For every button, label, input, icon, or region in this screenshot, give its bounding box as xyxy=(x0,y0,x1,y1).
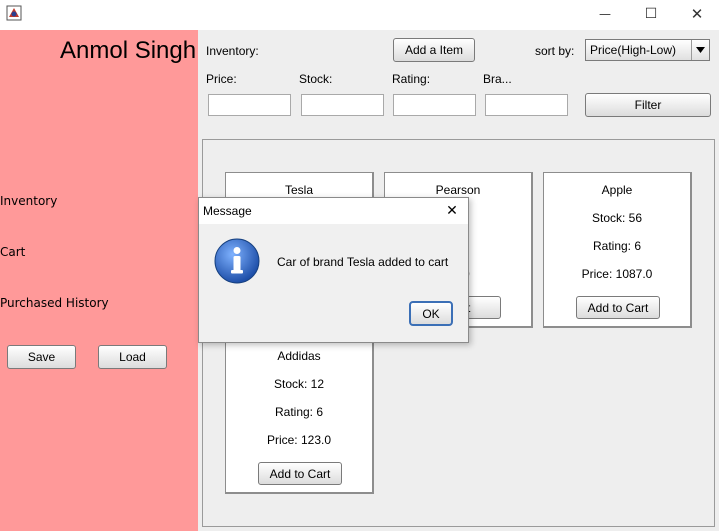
close-window-button[interactable]: ✕ xyxy=(674,0,719,28)
price-filter-label: Price: xyxy=(206,72,237,86)
close-icon: ✕ xyxy=(690,5,704,23)
card-brand: Tesla xyxy=(284,183,313,197)
maximize-icon: ☐ xyxy=(644,6,658,22)
card-rating: Rating: 6 xyxy=(592,239,642,253)
sidebar xyxy=(0,30,198,531)
sort-select[interactable]: Price(High-Low) xyxy=(585,39,710,61)
card-stock: Stock: 56 xyxy=(591,211,643,225)
sort-label: sort by: xyxy=(535,44,575,58)
filter-button[interactable]: Filter xyxy=(585,93,711,117)
card-brand: Pearson xyxy=(435,183,481,197)
message-dialog: Message ✕ Car of brand Tesla added to ca… xyxy=(198,197,469,343)
dialog-titlebar: Message ✕ xyxy=(199,198,468,225)
inventory-label: Inventory: xyxy=(206,44,259,58)
card-price: Price: 123.0 xyxy=(266,433,332,447)
card-rating: Rating: 6 xyxy=(274,405,324,419)
brand-filter-label: Bra... xyxy=(483,72,512,86)
minimize-button[interactable]: — xyxy=(582,0,628,28)
dialog-title: Message xyxy=(203,204,252,218)
sidebar-item-purchased-history[interactable]: Purchased History xyxy=(0,296,109,310)
card-brand: Addidas xyxy=(277,349,321,363)
dialog-close-button[interactable]: ✕ xyxy=(439,200,465,222)
info-icon xyxy=(214,238,260,284)
sort-select-value: Price(High-Low) xyxy=(590,43,677,57)
window-titlebar: — ☐ ✕ xyxy=(0,0,719,30)
add-item-button[interactable]: Add a Item xyxy=(393,38,475,62)
card-brand: Apple xyxy=(601,183,633,197)
add-to-cart-button[interactable]: Add to Cart xyxy=(576,296,660,319)
card-price: Price: 1087.0 xyxy=(581,267,653,281)
price-filter-input[interactable] xyxy=(208,94,291,116)
chevron-down-icon[interactable] xyxy=(691,40,709,60)
minimize-icon: — xyxy=(599,7,611,21)
brand-filter-input[interactable] xyxy=(485,94,568,116)
rating-filter-label: Rating: xyxy=(392,72,431,86)
save-button[interactable]: Save xyxy=(7,345,76,369)
load-button[interactable]: Load xyxy=(98,345,167,369)
stock-filter-input[interactable] xyxy=(301,94,384,116)
product-card-apple: Apple Stock: 56 Rating: 6 Price: 1087.0 … xyxy=(543,172,692,328)
maximize-button[interactable]: ☐ xyxy=(628,0,674,28)
ok-button[interactable]: OK xyxy=(409,301,453,326)
sidebar-item-inventory[interactable]: Inventory xyxy=(0,194,57,208)
user-name: Anmol Singh xyxy=(60,37,197,64)
close-icon: ✕ xyxy=(446,203,458,219)
stock-filter-label: Stock: xyxy=(299,72,333,86)
dialog-message: Car of brand Tesla added to cart xyxy=(277,255,449,269)
card-stock: Stock: 12 xyxy=(273,377,325,391)
product-card-addidas: Addidas Stock: 12 Rating: 6 Price: 123.0… xyxy=(225,338,374,494)
sidebar-item-cart[interactable]: Cart xyxy=(0,245,25,259)
java-app-icon xyxy=(6,5,22,21)
add-to-cart-button[interactable]: Add to Cart xyxy=(258,462,342,485)
rating-filter-input[interactable] xyxy=(393,94,476,116)
